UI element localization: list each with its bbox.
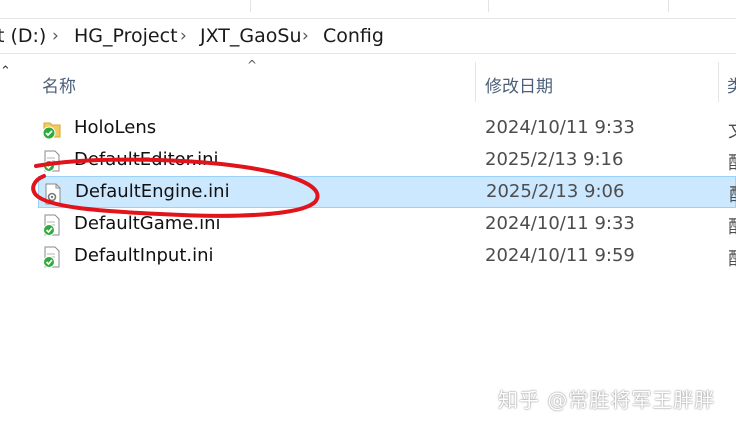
ribbon-strip	[0, 0, 736, 12]
file-modified-date: 2024/10/11 9:33	[485, 117, 635, 138]
file-name: HoloLens	[74, 117, 157, 138]
sort-ascending-icon: ^	[247, 58, 258, 72]
file-row-selected[interactable]: DefaultEngine.ini 2025/2/13 9:06 配	[38, 176, 736, 208]
chevron-right-icon[interactable]: ›	[180, 26, 187, 46]
file-type: 配	[728, 149, 736, 175]
file-type: 配	[729, 181, 736, 207]
breadcrumb-config[interactable]: Config	[323, 25, 384, 47]
ini-file-settings-icon	[45, 183, 61, 205]
file-modified-date: 2025/2/13 9:06	[486, 181, 625, 202]
file-name: DefaultInput.ini	[74, 245, 214, 266]
file-name: DefaultEditor.ini	[74, 149, 219, 170]
breadcrumb-drive[interactable]: t (D:)	[0, 25, 46, 47]
ribbon-separator	[488, 0, 489, 12]
file-modified-date: 2025/2/13 9:16	[485, 149, 624, 170]
file-row[interactable]: HoloLens 2024/10/11 9:33 文	[38, 112, 736, 144]
column-separator[interactable]	[718, 62, 719, 102]
navigation-pane[interactable]: ⌃	[0, 54, 14, 427]
chevron-right-icon[interactable]: ›	[302, 26, 309, 46]
file-type: 配	[728, 245, 736, 271]
file-row[interactable]: DefaultGame.ini 2024/10/11 9:33 配	[38, 208, 736, 240]
column-separator[interactable]	[475, 62, 476, 102]
column-header-modified[interactable]: 修改日期	[485, 72, 553, 97]
ribbon-separator	[668, 0, 669, 12]
ini-file-synced-icon	[43, 150, 60, 172]
file-type: 文	[728, 117, 736, 143]
column-header-name[interactable]: 名称	[42, 72, 76, 97]
ini-file-synced-icon	[43, 246, 60, 268]
expand-caret-icon[interactable]: ⌃	[0, 64, 11, 79]
file-row[interactable]: DefaultEditor.ini 2025/2/13 9:16 配	[38, 144, 736, 176]
breadcrumb-jxt-gaosu[interactable]: JXT_GaoSu	[200, 25, 302, 47]
file-name: DefaultGame.ini	[74, 213, 221, 234]
ini-file-synced-icon	[43, 214, 60, 236]
address-bar[interactable]: t (D:) › HG_Project › JXT_GaoSu › Config	[0, 19, 736, 54]
breadcrumb-hg-project[interactable]: HG_Project	[74, 25, 178, 47]
file-modified-date: 2024/10/11 9:33	[485, 213, 635, 234]
file-modified-date: 2024/10/11 9:59	[485, 245, 635, 266]
file-name: DefaultEngine.ini	[75, 181, 230, 202]
file-type: 配	[728, 213, 736, 239]
watermark: 知乎 @常胜将军王胖胖	[498, 388, 716, 412]
ribbon-separator	[250, 0, 251, 12]
chevron-right-icon[interactable]: ›	[52, 26, 59, 46]
column-header-type[interactable]: 类	[727, 72, 736, 97]
file-row[interactable]: DefaultInput.ini 2024/10/11 9:59 配	[38, 240, 736, 272]
folder-sync-icon	[42, 122, 61, 140]
